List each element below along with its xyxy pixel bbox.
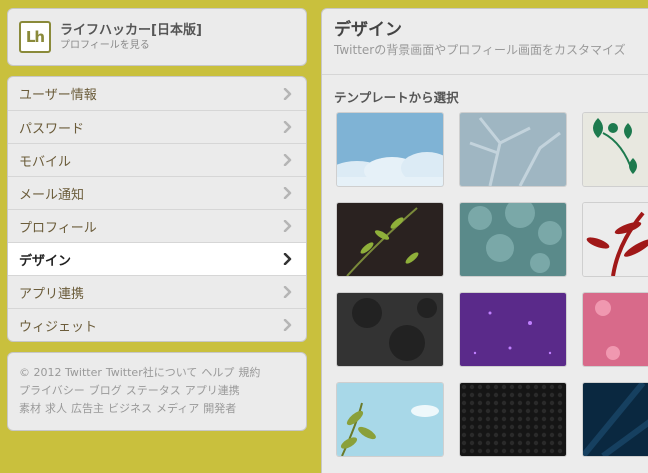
- nav-item-label: メール通知: [19, 187, 85, 203]
- chevron-right-icon: [280, 186, 294, 200]
- view-profile-link[interactable]: プロフィールを見る: [60, 39, 202, 52]
- template-leaves-dark[interactable]: [337, 203, 443, 276]
- nav-item-label: アプリ連携: [19, 286, 85, 302]
- chevron-right-icon: [280, 285, 294, 299]
- nav-item-label: パスワード: [19, 121, 85, 137]
- profile-name[interactable]: ライフハッカー[日本版]: [60, 22, 202, 39]
- template-black-hex[interactable]: [460, 383, 566, 456]
- profile-text: ライフハッカー[日本版] プロフィールを見る: [60, 22, 202, 52]
- chevron-right-icon: [280, 318, 294, 332]
- footer-link[interactable]: メディア: [156, 402, 199, 415]
- chevron-right-icon: [280, 153, 294, 167]
- template-dark-texture[interactable]: [337, 293, 443, 366]
- chevron-right-icon: [280, 219, 294, 233]
- nav-item[interactable]: メール通知: [8, 176, 306, 209]
- avatar[interactable]: Lh: [19, 21, 51, 53]
- nav-item-label: ウィジェット: [19, 319, 98, 335]
- footer-link[interactable]: 開発者: [203, 402, 236, 415]
- template-clouds[interactable]: [337, 113, 443, 186]
- footer-link[interactable]: ビジネス: [108, 402, 152, 415]
- footer-link[interactable]: 規約: [238, 366, 260, 379]
- nav-item-label: モバイル: [19, 154, 72, 170]
- nav-item-label: デザイン: [19, 253, 72, 269]
- template-leaves-sky[interactable]: [337, 383, 443, 456]
- footer-link[interactable]: プライバシー: [19, 384, 85, 397]
- footer-link[interactable]: ブログ: [89, 384, 122, 397]
- template-purple-sparkle[interactable]: [460, 293, 566, 366]
- template-vines[interactable]: [583, 113, 648, 186]
- template-pink-flowers[interactable]: [583, 293, 648, 366]
- nav-item[interactable]: ユーザー情報: [8, 77, 306, 110]
- footer-link[interactable]: Twitter社について: [106, 366, 198, 379]
- chevron-right-icon: [280, 120, 294, 134]
- nav-item[interactable]: モバイル: [8, 143, 306, 176]
- panel-header: デザイン Twitterの背景画面やプロフィール画面をカスタマイズ: [322, 9, 648, 75]
- footer-link[interactable]: 素材: [19, 402, 41, 415]
- template-red-plant[interactable]: [583, 203, 648, 276]
- nav-item[interactable]: ウィジェット: [8, 308, 306, 341]
- nav-item[interactable]: デザイン: [8, 242, 306, 275]
- nav-item-label: ユーザー情報: [19, 88, 97, 103]
- page-description: Twitterの背景画面やプロフィール画面をカスタマイズ: [334, 43, 626, 57]
- section-title: テンプレートから選択: [334, 90, 459, 105]
- nav-item[interactable]: プロフィール: [8, 209, 306, 242]
- design-panel: デザイン Twitterの背景画面やプロフィール画面をカスタマイズ テンプレート…: [321, 8, 648, 473]
- footer-link[interactable]: ヘルプ: [201, 366, 234, 379]
- profile-card[interactable]: Lh ライフハッカー[日本版] プロフィールを見る: [7, 8, 307, 66]
- nav-item[interactable]: パスワード: [8, 110, 306, 143]
- nav-item[interactable]: アプリ連携: [8, 275, 306, 308]
- page-title: デザイン: [334, 20, 402, 40]
- settings-nav: ユーザー情報 パスワードモバイルメール通知プロフィール デザインアプリ連携ウィジェッ…: [7, 76, 307, 342]
- template-foliage-teal[interactable]: [460, 203, 566, 276]
- chevron-right-icon: [280, 87, 294, 101]
- footer: © 2012 Twitter Twitter社について ヘルプ 規約プライバシー ブログ…: [7, 352, 307, 431]
- footer-link[interactable]: アプリ連携: [185, 384, 240, 397]
- nav-item-label: プロフィール: [19, 220, 97, 236]
- template-branches[interactable]: [460, 113, 566, 186]
- footer-link[interactable]: ステータス: [126, 384, 181, 397]
- template-dark-blue-rays[interactable]: [583, 383, 648, 456]
- copyright-text: © 2012 Twitter: [19, 366, 102, 379]
- chevron-right-icon: [280, 252, 294, 266]
- footer-link[interactable]: 求人: [45, 402, 67, 415]
- footer-link[interactable]: 広告主: [71, 402, 104, 415]
